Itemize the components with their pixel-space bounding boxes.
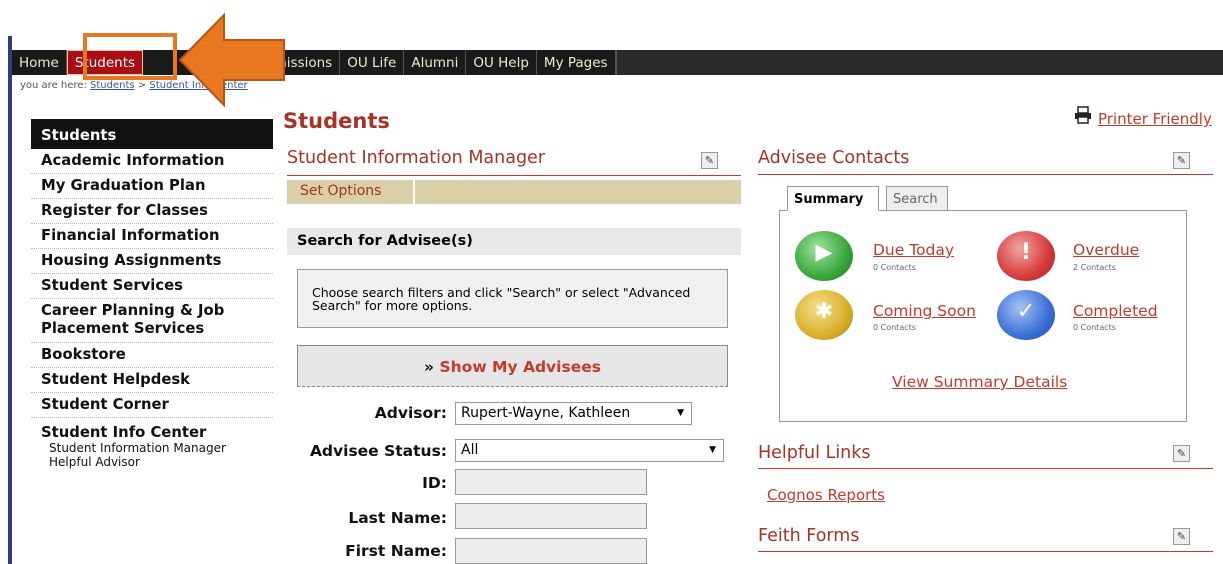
- alert-glyph: !: [1020, 240, 1032, 265]
- sim-panel-title: Student Information Manager: [287, 148, 546, 168]
- chevron-down-icon: ▼: [709, 445, 716, 455]
- advisor-select-value: Rupert-Wayne, Kathleen: [461, 405, 631, 421]
- search-instructions: Choose search filters and click "Search"…: [297, 269, 728, 328]
- tab-search[interactable]: Search: [886, 186, 948, 211]
- advisee-contacts-title: Advisee Contacts: [758, 148, 910, 168]
- nav-my-pages[interactable]: My Pages: [537, 50, 616, 75]
- advisee-status-value: All: [461, 442, 479, 458]
- feith-forms-title: Feith Forms: [758, 526, 860, 546]
- overdue-count: 2 Contacts: [1073, 263, 1116, 272]
- completed-check-icon: ✓: [997, 290, 1055, 340]
- sidebar-item-student-services[interactable]: Student Services: [31, 274, 273, 299]
- coming-soon-link[interactable]: Coming Soon: [873, 302, 976, 320]
- wrench-icon[interactable]: ✎: [1173, 445, 1190, 462]
- due-today-play-icon: ▶: [795, 231, 853, 281]
- coming-soon-count: 0 Contacts: [873, 323, 916, 332]
- chevron-down-icon: ▼: [677, 408, 684, 418]
- check-glyph: ✓: [1016, 299, 1036, 324]
- page-title: Students: [283, 109, 390, 133]
- first-name-label: First Name:: [345, 542, 447, 560]
- sidebar-item-info-center[interactable]: Student Info Center: [31, 418, 273, 442]
- first-name-field[interactable]: [455, 538, 647, 564]
- completed-link[interactable]: Completed: [1073, 302, 1158, 320]
- breadcrumb-students[interactable]: Students: [90, 80, 135, 91]
- show-my-advisees-label: Show My Advisees: [439, 358, 601, 376]
- contacts-title-rule: [758, 174, 1213, 175]
- sidebar-subitem-helpful-advisor[interactable]: Helpful Advisor: [31, 456, 273, 468]
- sidebar-item-register-classes[interactable]: Register for Classes: [31, 199, 273, 224]
- nav-alumni[interactable]: Alumni: [404, 50, 467, 75]
- play-glyph: ▶: [815, 240, 833, 265]
- callout-highlight-box: [83, 33, 177, 80]
- coming-soon-star-icon: ✱: [795, 290, 853, 340]
- wrench-icon[interactable]: ✎: [701, 152, 718, 169]
- last-name-field[interactable]: [455, 503, 647, 529]
- sidebar-item-financial-information[interactable]: Financial Information: [31, 224, 273, 249]
- feith-forms-rule: [758, 551, 1213, 552]
- sidebar-item-academic-information[interactable]: Academic Information: [31, 149, 273, 174]
- sidebar-item-graduation-plan[interactable]: My Graduation Plan: [31, 174, 273, 199]
- printer-icon[interactable]: [1074, 106, 1092, 124]
- sidebar-item-student-corner[interactable]: Student Corner: [31, 393, 273, 418]
- nav-filler: [615, 50, 1223, 75]
- sim-title-rule: [287, 175, 741, 176]
- wrench-icon[interactable]: ✎: [1173, 152, 1190, 169]
- sidebar: Students Academic Information My Graduat…: [31, 119, 273, 468]
- id-label: ID:: [422, 474, 447, 492]
- overdue-link[interactable]: Overdue: [1073, 241, 1139, 259]
- cognos-reports-link[interactable]: Cognos Reports: [767, 486, 885, 504]
- set-options-bar: Set Options: [287, 180, 741, 204]
- nav-ou-life[interactable]: OU Life: [340, 50, 405, 75]
- set-options-button[interactable]: Set Options: [287, 180, 415, 204]
- sidebar-item-helpdesk[interactable]: Student Helpdesk: [31, 368, 273, 393]
- sidebar-item-students[interactable]: Students: [31, 119, 273, 149]
- sidebar-item-bookstore[interactable]: Bookstore: [31, 343, 273, 368]
- completed-count: 0 Contacts: [1073, 323, 1116, 332]
- advisor-label: Advisor:: [374, 404, 447, 422]
- show-my-advisees-button[interactable]: » Show My Advisees: [297, 345, 728, 387]
- breadcrumb-separator: >: [137, 80, 147, 91]
- due-today-count: 0 Contacts: [873, 263, 916, 272]
- view-summary-details-link[interactable]: View Summary Details: [892, 373, 1067, 391]
- left-frame-strip: [0, 0, 12, 564]
- advisor-select[interactable]: Rupert-Wayne, Kathleen ▼: [455, 402, 692, 425]
- nav-home[interactable]: Home: [12, 50, 67, 75]
- nav-ou-help[interactable]: OU Help: [466, 50, 537, 75]
- due-today-link[interactable]: Due Today: [873, 241, 954, 259]
- overdue-alert-icon: !: [997, 231, 1055, 281]
- star-glyph: ✱: [814, 299, 834, 324]
- sidebar-subitem-sim[interactable]: Student Information Manager: [31, 442, 231, 454]
- search-advisees-heading: Search for Advisee(s): [287, 228, 741, 255]
- tab-summary[interactable]: Summary: [787, 186, 879, 211]
- advisee-status-select[interactable]: All ▼: [455, 439, 724, 462]
- wrench-icon[interactable]: ✎: [1173, 528, 1190, 545]
- id-field[interactable]: [455, 469, 647, 495]
- helpful-links-title: Helpful Links: [758, 443, 871, 463]
- sidebar-item-housing[interactable]: Housing Assignments: [31, 249, 273, 274]
- advisee-status-label: Advisee Status:: [309, 442, 447, 460]
- last-name-label: Last Name:: [348, 509, 447, 527]
- printer-friendly-link[interactable]: Printer Friendly: [1098, 110, 1212, 128]
- callout-arrow-icon: [178, 12, 285, 108]
- breadcrumb-prefix: you are here:: [20, 80, 87, 91]
- chevron-right-icon: »: [424, 358, 435, 376]
- sidebar-item-career-planning[interactable]: Career Planning & Job Placement Services: [31, 299, 273, 343]
- helpful-links-rule: [758, 468, 1213, 469]
